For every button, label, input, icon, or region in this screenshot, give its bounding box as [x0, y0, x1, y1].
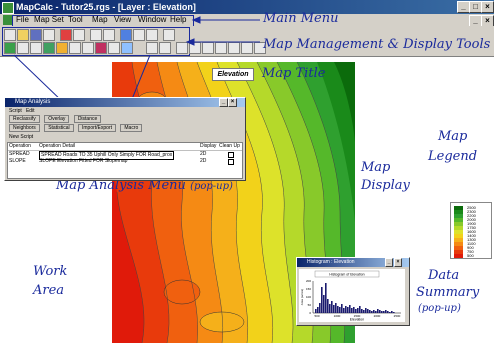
histogram-bar	[337, 306, 339, 313]
histogram-xtick: 1000	[334, 314, 341, 318]
reclassify-button[interactable]: Reclassify	[9, 115, 40, 123]
histogram-bar	[321, 287, 323, 313]
script-table: Operation Operation Detail Display Clean…	[7, 142, 243, 179]
histogram-bar	[385, 310, 387, 313]
neighbors-button[interactable]: Neighbors	[9, 124, 40, 132]
histogram-ytick: 0	[309, 311, 311, 315]
analysis-menubar: Script Edit	[9, 108, 35, 115]
histogram-xtick: 1500	[354, 314, 361, 318]
histogram-xtick: 500	[314, 314, 319, 318]
analysis-minimize-icon[interactable]: _	[219, 98, 228, 107]
histogram-chart-title: Histogram of Elevation	[329, 273, 364, 277]
row-display: 2D	[200, 151, 207, 157]
histogram-bar	[333, 305, 335, 313]
histogram-bar	[327, 299, 329, 313]
histogram-bar	[335, 303, 337, 313]
histogram-bar	[375, 311, 377, 313]
arrow-main-menu-head	[191, 16, 201, 24]
histogram-bar	[381, 311, 383, 313]
col-detail: Operation Detail	[39, 143, 76, 149]
analysis-title: Map Analysis	[15, 99, 51, 105]
row-display: 2D	[200, 158, 207, 164]
histogram-bar	[379, 310, 381, 313]
histogram-bar	[323, 295, 325, 313]
histogram-bar	[373, 310, 375, 313]
row-op: SLOPE	[9, 158, 26, 164]
histogram-bar	[347, 307, 349, 313]
histogram-ylabel: Area (acres)	[300, 289, 304, 306]
histogram-bar	[315, 309, 317, 313]
histogram-plot-area: Histogram of Elevation Elevation Area (a…	[299, 269, 405, 322]
histogram-bar	[361, 309, 363, 313]
histogram-bar	[317, 307, 319, 313]
arrow-tools-head	[185, 38, 195, 46]
map-legend: 2500 2300 2200 2000 1900 1750 1600 1400 1300 1100…	[450, 202, 492, 259]
row-detail[interactable]: SLOPE Elevation Fitted FOR Slopemap	[39, 158, 127, 165]
col-cleanup: Clean Up	[219, 143, 240, 149]
histogram-bar	[341, 304, 343, 313]
overlay-button[interactable]: Overlay	[44, 115, 70, 123]
histogram-bar	[329, 304, 331, 313]
histogram-xtick: 2000	[374, 314, 381, 318]
histogram-bar	[387, 311, 389, 313]
histogram-bar	[371, 311, 373, 313]
histogram-bar	[331, 301, 333, 313]
row-cleanup-checkbox[interactable]	[228, 159, 234, 165]
histogram-xlabel: Elevation	[350, 318, 364, 322]
analysis-menu-edit[interactable]: Edit	[26, 108, 35, 114]
histogram-dialog: Histogram : Elevation _ × Histogram of E…	[296, 257, 410, 326]
histogram-bar	[339, 307, 341, 313]
analysis-title-bar: Map Analysis _ ×	[5, 98, 245, 107]
histogram-bars	[315, 283, 395, 313]
histogram-xtick: 2500	[394, 314, 401, 318]
histogram-ytick: 150	[306, 287, 311, 291]
col-operation: Operation	[9, 143, 31, 149]
analysis-buttons-row2: Neighbors Statistical Import/Export Macr…	[9, 124, 143, 132]
histogram-bar	[363, 310, 365, 313]
histogram-chart: Histogram of Elevation Elevation Area (a…	[300, 270, 401, 322]
histogram-bar	[391, 311, 393, 313]
table-row[interactable]: SPREAD SPREAD Roads TO 35 Uphill Only Si…	[8, 151, 242, 160]
histogram-ytick: 100	[306, 295, 311, 299]
histogram-title: Histogram : Elevation	[307, 259, 355, 265]
script-table-header: Operation Operation Detail Display Clean…	[8, 143, 242, 151]
histogram-bar	[367, 309, 369, 313]
histogram-bar	[319, 303, 321, 313]
histogram-ytick: 50	[308, 303, 312, 307]
macro-button[interactable]: Macro	[120, 124, 143, 132]
histogram-bar	[353, 307, 355, 313]
histogram-bar	[349, 305, 351, 313]
histogram-bar	[369, 310, 371, 313]
histogram-bar	[377, 309, 379, 313]
analysis-close-icon[interactable]: ×	[228, 98, 237, 107]
histogram-bar	[393, 312, 395, 313]
histogram-bar	[351, 308, 353, 313]
table-row[interactable]: SLOPE SLOPE Elevation Fitted FOR Slopema…	[8, 158, 242, 165]
histogram-close-icon[interactable]: ×	[394, 258, 402, 267]
analysis-menu-script[interactable]: Script	[9, 108, 22, 114]
histogram-bar	[383, 311, 385, 313]
histogram-bar	[365, 308, 367, 313]
row-op: SPREAD	[9, 151, 30, 157]
import-export-button[interactable]: Import/Export	[77, 124, 116, 132]
histogram-bar	[343, 308, 345, 313]
histogram-bar	[359, 306, 361, 313]
analysis-tab[interactable]: New Script	[9, 134, 33, 141]
histogram-bar	[325, 283, 327, 313]
analysis-buttons-row1: Reclassify Overlay Distance	[9, 115, 102, 123]
histogram-title-bar: Histogram : Elevation _ ×	[297, 258, 409, 267]
histogram-bar	[345, 306, 347, 313]
legend-label: 500	[467, 253, 474, 258]
histogram-minimize-icon[interactable]: _	[385, 258, 393, 267]
map-analysis-dialog: Map Analysis _ × Script Edit Reclassify …	[4, 97, 246, 181]
histogram-bar	[355, 309, 357, 313]
legend-swatch	[454, 254, 463, 258]
statistical-button[interactable]: Statistical	[44, 124, 74, 132]
histogram-ytick: 200	[306, 279, 311, 283]
col-display: Display	[200, 143, 217, 149]
distance-button[interactable]: Distance	[73, 115, 102, 123]
histogram-bar	[389, 312, 391, 313]
histogram-bar	[357, 308, 359, 313]
